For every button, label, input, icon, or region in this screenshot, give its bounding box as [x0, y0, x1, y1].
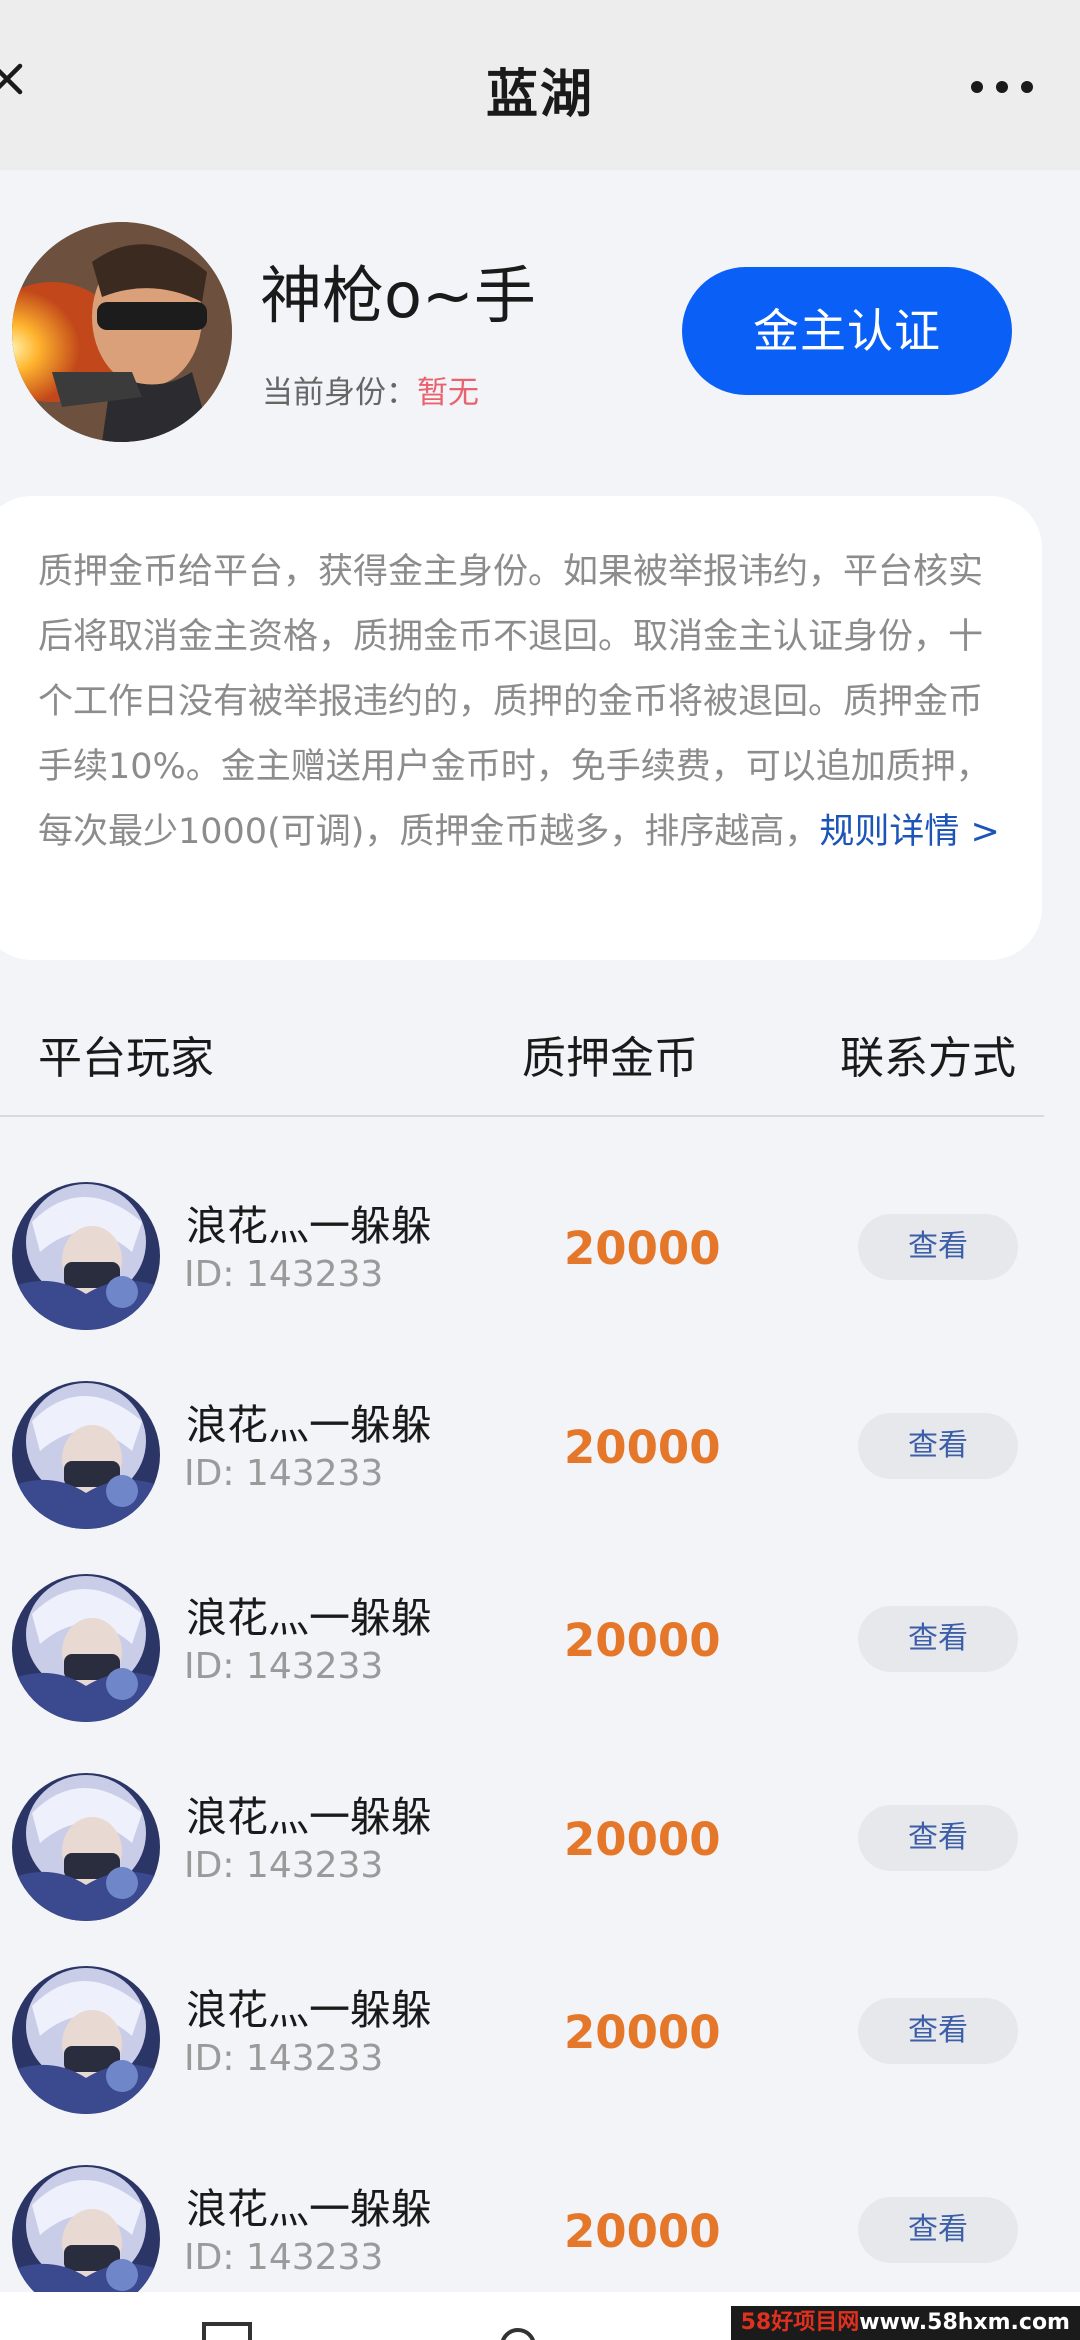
view-contact-button[interactable]: 查看	[858, 1413, 1018, 1479]
pledged-coins: 20000	[564, 1222, 721, 1275]
player-id: ID: 143233	[184, 1845, 384, 1886]
pledged-coins: 20000	[564, 2205, 721, 2258]
list-item[interactable]: 浪花灬一躲躲 ID: 143233 20000 查看	[0, 1564, 1080, 1754]
title-bar: 蓝湖	[0, 0, 1080, 170]
player-name: 浪花灬一躲躲	[186, 1594, 432, 1642]
player-avatar[interactable]	[12, 1773, 160, 1921]
player-id: ID: 143233	[184, 2237, 384, 2278]
view-contact-button[interactable]: 查看	[858, 1998, 1018, 2064]
header-contact: 联系方式	[840, 1033, 1016, 1084]
page-title: 蓝湖	[485, 65, 594, 125]
list-item[interactable]: 浪花灬一躲躲 ID: 143233 20000 查看	[0, 1172, 1080, 1362]
player-avatar[interactable]	[12, 1966, 160, 2114]
player-id: ID: 143233	[184, 1453, 384, 1494]
player-id: ID: 143233	[184, 2038, 384, 2079]
rule-details-link[interactable]: 规则详情 >	[819, 812, 999, 852]
user-avatar[interactable]	[12, 222, 232, 442]
pledged-coins: 20000	[564, 2006, 721, 2059]
player-avatar[interactable]	[12, 1381, 160, 1529]
player-id: ID: 143233	[184, 1646, 384, 1687]
watermark-url: www.58hxm.com	[859, 2310, 1070, 2335]
player-name: 浪花灬一躲躲	[186, 1202, 432, 1250]
identity-value: 暂无	[417, 375, 479, 411]
player-avatar[interactable]	[12, 2165, 160, 2313]
sponsor-certify-button[interactable]: 金主认证	[682, 267, 1012, 395]
identity-label: 当前身份：	[262, 375, 417, 411]
watermark-brand: 58好项目网	[740, 2310, 860, 2335]
player-name: 浪花灬一躲躲	[186, 1793, 432, 1841]
player-name: 浪花灬一躲躲	[186, 1401, 432, 1449]
view-contact-button[interactable]: 查看	[858, 1606, 1018, 1672]
view-contact-button[interactable]: 查看	[858, 1214, 1018, 1280]
player-avatar[interactable]	[12, 1182, 160, 1330]
player-id: ID: 143233	[184, 1254, 384, 1295]
pledged-coins: 20000	[564, 1813, 721, 1866]
header-coin: 质押金币	[522, 1033, 698, 1084]
info-description: 质押金币给平台，获得金主身份。如果被举报讳约，平台核实后将取消金主资格，质拥金币…	[38, 540, 1016, 865]
player-name: 浪花灬一躲躲	[186, 2185, 432, 2233]
home-tab-icon[interactable]	[200, 2320, 254, 2340]
more-dots-icon[interactable]	[970, 80, 1034, 94]
info-text: 质押金币给平台，获得金主身份。如果被举报讳约，平台核实后将取消金主资格，质拥金币…	[38, 552, 991, 852]
identity-status: 当前身份：暂无	[262, 367, 479, 412]
view-contact-button[interactable]: 查看	[858, 2197, 1018, 2263]
pledged-coins: 20000	[564, 1614, 721, 1667]
header-player: 平台玩家	[38, 1033, 214, 1084]
view-contact-button[interactable]: 查看	[858, 1805, 1018, 1871]
header-divider	[0, 1115, 1044, 1117]
watermark: 58好项目网www.58hxm.com	[730, 2306, 1080, 2340]
player-name: 浪花灬一躲躲	[186, 1986, 432, 2034]
page-root: 蓝湖 神枪o~手 当前身份：暂无 金主认证 质押金币给平台，获得金主身份。如果被…	[0, 0, 1080, 2340]
list-item[interactable]: 浪花灬一躲躲 ID: 143233 20000 查看	[0, 1763, 1080, 1953]
list-item[interactable]: 浪花灬一躲躲 ID: 143233 20000 查看	[0, 1371, 1080, 1561]
list-header: 平台玩家 质押金币 联系方式	[0, 1000, 1080, 1116]
username: 神枪o~手	[260, 259, 536, 332]
list-item[interactable]: 浪花灬一躲躲 ID: 143233 20000 查看	[0, 1956, 1080, 2146]
player-avatar[interactable]	[12, 1574, 160, 1722]
pledged-coins: 20000	[564, 1421, 721, 1474]
profile-tab-icon[interactable]	[498, 2324, 538, 2340]
